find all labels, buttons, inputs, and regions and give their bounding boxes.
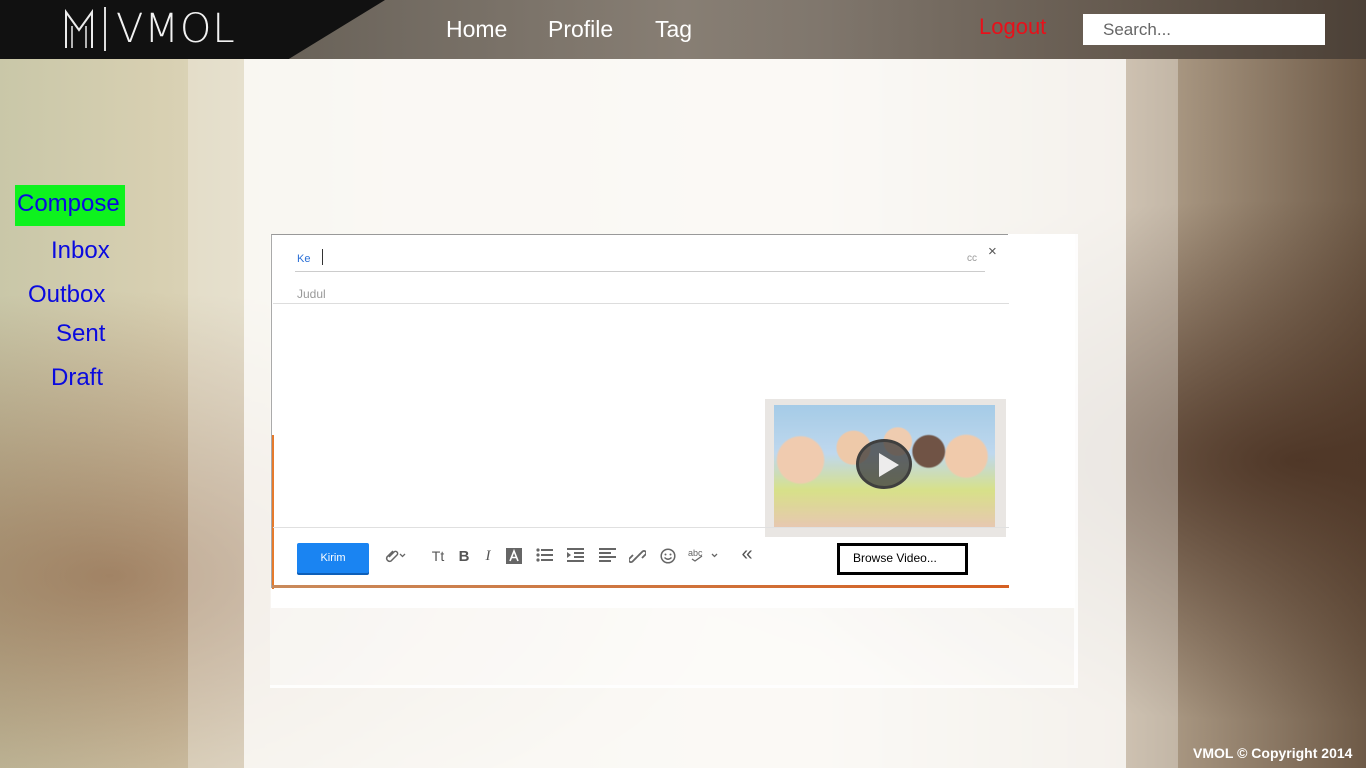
sidebar-item-compose[interactable]: Compose [15, 185, 125, 226]
close-icon[interactable]: × [988, 243, 997, 260]
video-preview-image [774, 405, 995, 527]
text-color-icon[interactable] [504, 548, 524, 568]
subject-divider [273, 303, 1009, 304]
link-icon[interactable] [627, 548, 647, 569]
bullet-list-icon[interactable] [534, 548, 554, 566]
browse-video-button[interactable]: Browse Video... [837, 543, 968, 575]
emoji-icon[interactable] [658, 548, 678, 568]
to-label: Ke [297, 253, 311, 265]
collapse-icon[interactable]: « [737, 543, 757, 566]
indent-icon[interactable] [565, 548, 585, 566]
spellcheck-icon[interactable]: abc [688, 548, 722, 565]
top-navigation-bar: VMOL Home Profile Tag Logout [0, 0, 1366, 59]
sidebar-item-outbox[interactable]: Outbox [28, 281, 105, 309]
search-input[interactable] [1083, 14, 1325, 45]
italic-icon[interactable]: I [478, 548, 498, 565]
compose-window: Ke cc × Judul Kirim Tt B I abc « Browse … [271, 234, 1075, 608]
nav-tag[interactable]: Tag [655, 16, 692, 43]
align-icon[interactable] [597, 548, 617, 566]
to-field[interactable] [322, 249, 323, 265]
cc-link[interactable]: cc [967, 253, 977, 264]
send-button[interactable]: Kirim [297, 543, 369, 573]
vmol-logo-icon [65, 8, 93, 48]
sidebar-item-sent[interactable]: Sent [56, 320, 105, 348]
video-thumbnail[interactable] [765, 399, 1006, 537]
logo-divider [104, 7, 106, 51]
brand-block: VMOL [0, 0, 385, 59]
nav-home[interactable]: Home [446, 16, 507, 43]
brand-name[interactable]: VMOL [116, 6, 236, 52]
bold-icon[interactable]: B [454, 548, 474, 565]
editor-accent [272, 435, 274, 589]
to-divider [295, 271, 985, 272]
subject-field[interactable]: Judul [297, 287, 326, 301]
sidebar-item-draft[interactable]: Draft [51, 364, 103, 392]
font-size-icon[interactable]: Tt [428, 548, 448, 564]
play-icon[interactable] [856, 439, 912, 489]
nav-profile[interactable]: Profile [548, 16, 613, 43]
compose-bottom-accent [272, 585, 1009, 588]
logout-link[interactable]: Logout [979, 14, 1046, 40]
toolbar-divider [273, 527, 1009, 528]
compose-editor: Ke cc × Judul Kirim Tt B I abc « Browse … [271, 234, 1009, 589]
copyright-footer: VMOL © Copyright 2014 [1193, 745, 1353, 761]
sidebar-item-inbox[interactable]: Inbox [51, 237, 110, 265]
attach-icon[interactable] [384, 548, 406, 568]
